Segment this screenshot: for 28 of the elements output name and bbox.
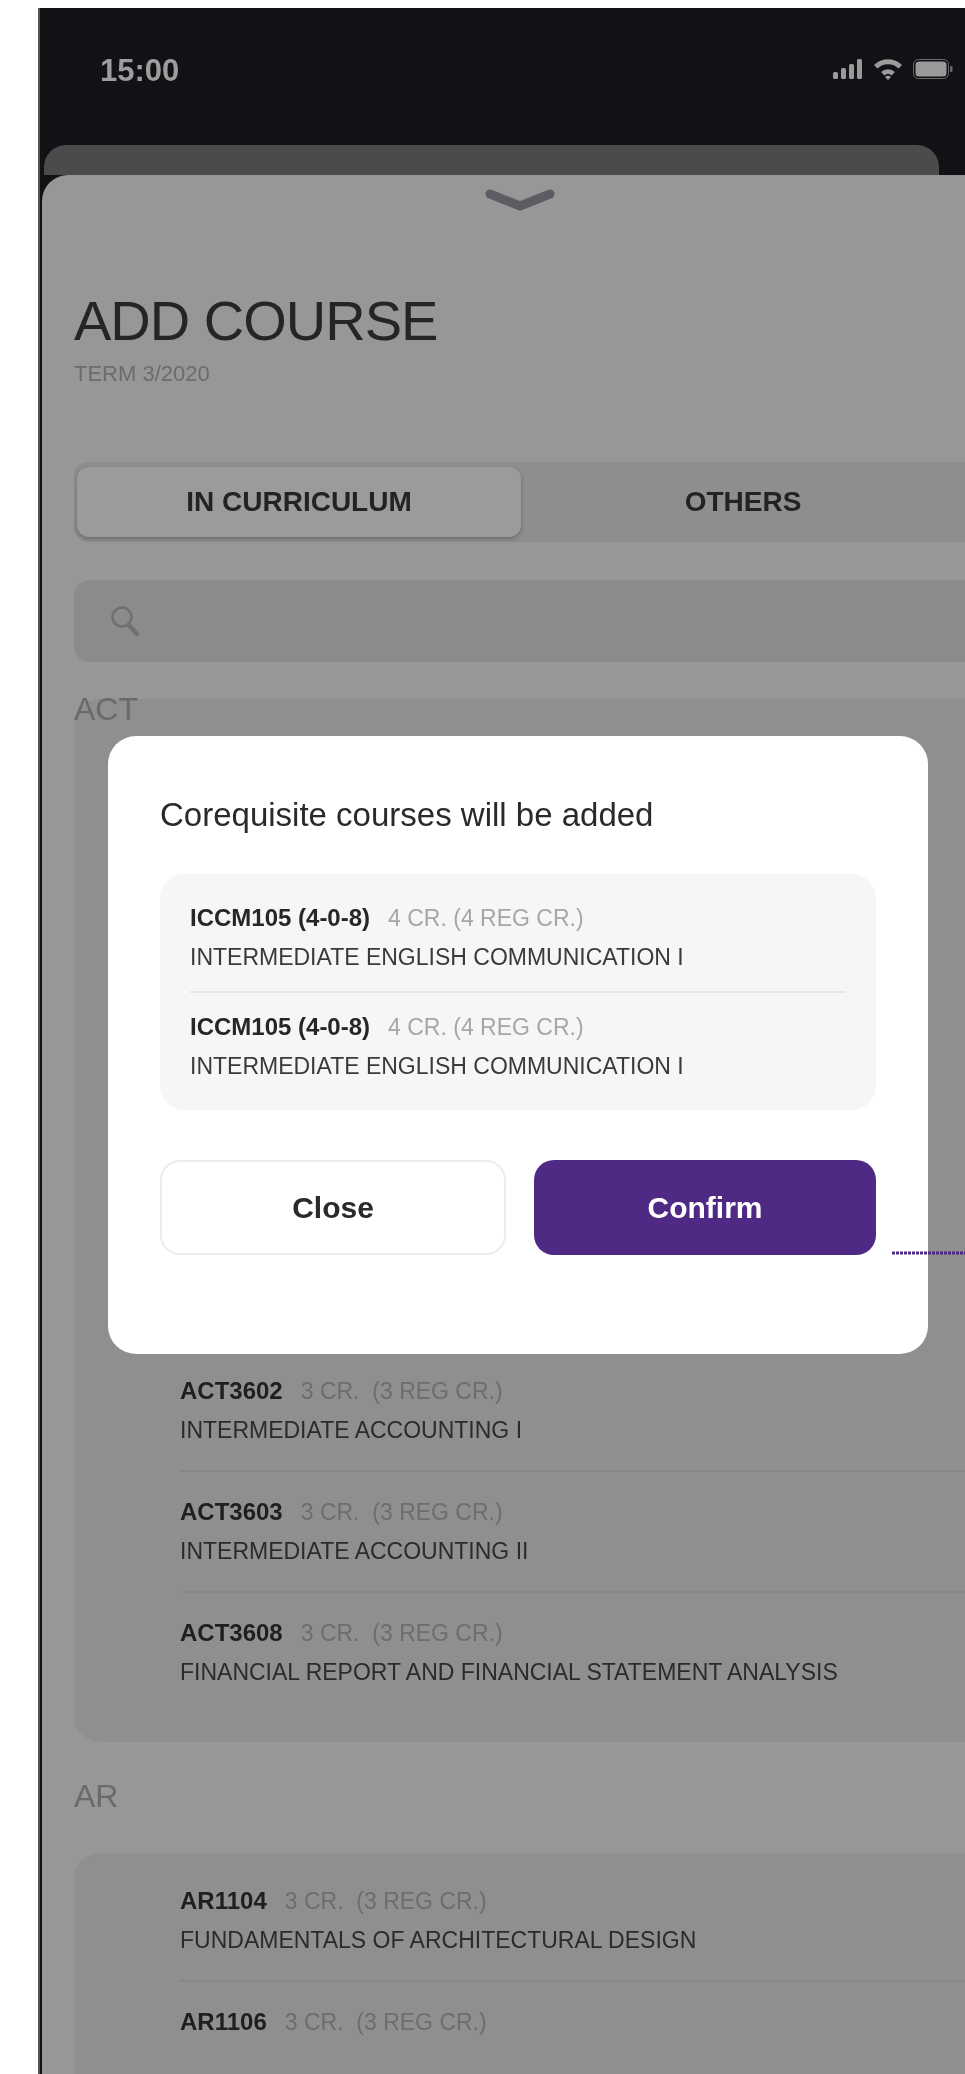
course-name: FUNDAMENTALS OF ARCHITECTURAL DESIGN xyxy=(180,1927,698,1955)
tab[interactable]: IN CURRICULUM xyxy=(77,467,521,537)
confirm-button[interactable]: Confirm xyxy=(534,1160,876,1255)
course-name: INTERMEDIATE ENGLISH COMMUNICATION I xyxy=(190,944,685,971)
close-button[interactable]: Close xyxy=(160,1160,506,1255)
course-code: AR1106 xyxy=(180,2008,267,2037)
course-code: ACT3608 xyxy=(180,1619,283,1648)
status-time: 15:00 xyxy=(100,53,180,89)
course-code: ICCM105 (4-0-8) xyxy=(190,904,371,932)
credits-label: 4 CR. (4 REG CR.) xyxy=(388,1014,584,1041)
battery-icon xyxy=(913,59,953,79)
course-code: ACT3603 xyxy=(180,1498,283,1527)
wifi-icon xyxy=(873,58,903,80)
course-name: FINANCIAL REPORT AND FINANCIAL STATEMENT ANALYSIS xyxy=(180,1659,839,1687)
course-code: AR1104 xyxy=(180,1887,267,1916)
course-code: ACT3602 xyxy=(180,1377,283,1406)
page-title: ADD COURSE xyxy=(74,288,439,353)
credits-label: 4 CR. (4 REG CR.) xyxy=(388,905,584,932)
search-field[interactable] xyxy=(74,580,965,662)
dialog-title: Corequisite courses will be added xyxy=(160,796,655,834)
chevron-down-icon[interactable] xyxy=(484,187,555,213)
course-name: INTERMEDIATE ACCOUNTING I xyxy=(180,1417,524,1445)
course-name: INTERMEDIATE ACCOUNTING II xyxy=(180,1538,530,1566)
tab[interactable]: OTHERS xyxy=(521,467,965,537)
search-icon xyxy=(110,605,140,637)
signal-icon xyxy=(833,59,863,79)
course-code: ICCM105 (4-0-8) xyxy=(190,1013,371,1041)
course-name: INTERMEDIATE ENGLISH COMMUNICATION I xyxy=(190,1053,685,1080)
